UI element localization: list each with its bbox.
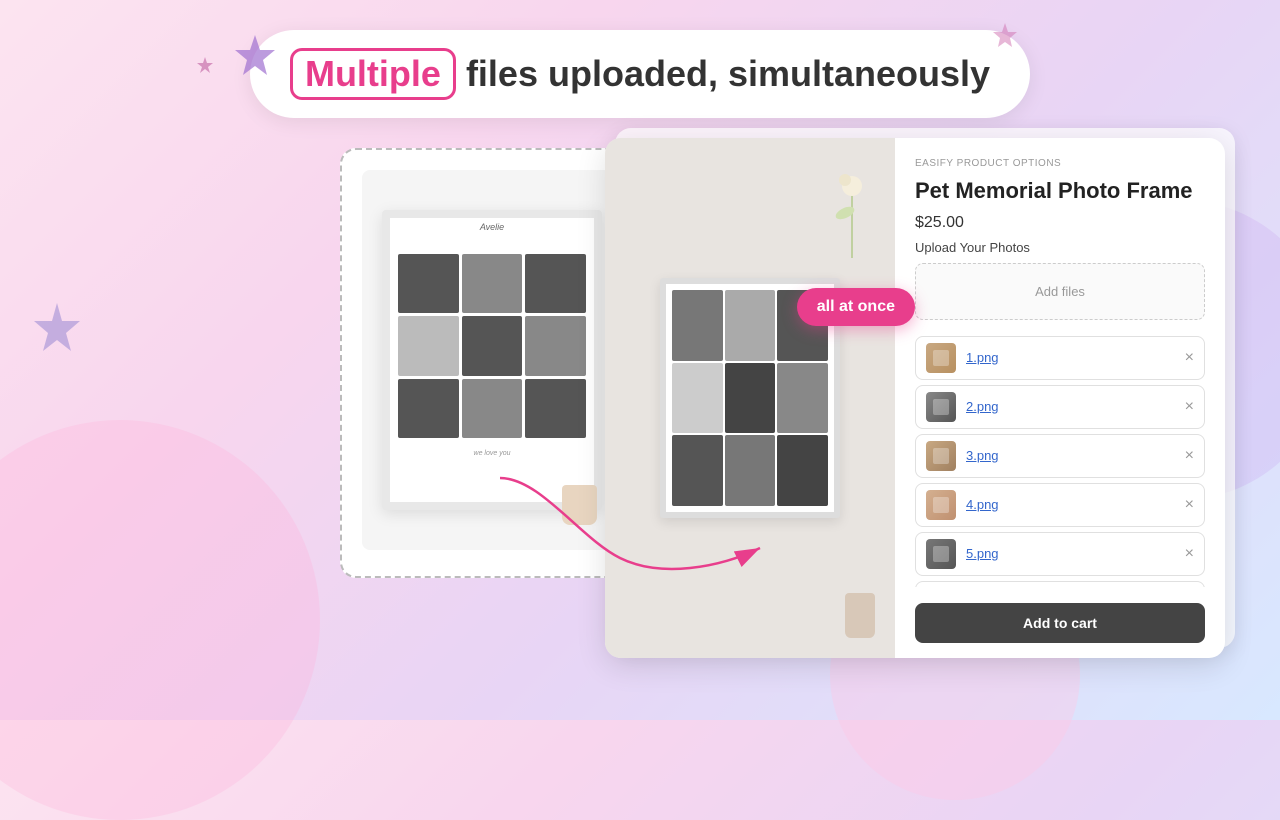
right-product-card: EASIFY PRODUCT OPTIONS Pet Memorial Phot… xyxy=(605,138,1225,658)
right-product-title: Pet Memorial Photo Frame xyxy=(915,177,1205,206)
file-remove-button[interactable]: × xyxy=(1185,398,1194,416)
file-name: 5.png xyxy=(966,546,1175,561)
all-at-once-bubble: all at once xyxy=(797,288,915,326)
headline-rest: files uploaded, simultaneously xyxy=(466,53,990,95)
right-frame-cell xyxy=(672,290,723,361)
right-product-image xyxy=(605,138,895,658)
file-thumbnail xyxy=(926,539,956,569)
frame-name: Avelie xyxy=(390,218,594,236)
frame-subtitle: we love you xyxy=(390,446,594,461)
file-thumbnail xyxy=(926,441,956,471)
file-remove-button[interactable]: × xyxy=(1185,447,1194,465)
frame-cell xyxy=(525,316,586,375)
file-list-item: 3.png × xyxy=(915,434,1205,478)
right-upload-zone[interactable]: Add files xyxy=(915,263,1205,320)
frame-cell xyxy=(525,379,586,438)
file-list-item: 6.png × xyxy=(915,581,1205,587)
photo-frame-mockup: Avelie we love you xyxy=(382,210,602,510)
frame-cell xyxy=(398,379,459,438)
right-frame-cell xyxy=(725,363,776,434)
right-frame-cell xyxy=(672,363,723,434)
frame-cell xyxy=(398,254,459,313)
right-frame-cell xyxy=(777,363,828,434)
file-name: 1.png xyxy=(966,350,1175,365)
right-mug-decoration xyxy=(845,593,875,638)
right-frame-cell xyxy=(777,435,828,506)
product-image: Avelie we love you xyxy=(362,170,622,550)
file-name: 4.png xyxy=(966,497,1175,512)
frame-cell xyxy=(462,379,523,438)
file-name: 3.png xyxy=(966,448,1175,463)
file-name: 2.png xyxy=(966,399,1175,414)
right-add-files-label: Add files xyxy=(1035,284,1085,299)
frame-grid xyxy=(390,246,594,446)
headline-multiple: Multiple xyxy=(290,48,456,100)
right-add-to-cart-button[interactable]: Add to cart xyxy=(915,603,1205,643)
file-thumbnail xyxy=(926,392,956,422)
file-thumbnail xyxy=(926,343,956,373)
right-plant-decoration xyxy=(825,158,880,263)
right-brand-label: EASIFY PRODUCT OPTIONS xyxy=(915,158,1205,169)
right-frame-background xyxy=(605,138,895,658)
file-remove-button[interactable]: × xyxy=(1185,545,1194,563)
headline-box: Multiple files uploaded, simultaneously xyxy=(250,30,1030,118)
files-list: 1.png × 2.png × 3.png × 4.png × 5.png xyxy=(915,336,1205,587)
file-list-item: 2.png × xyxy=(915,385,1205,429)
right-product-price: $25.00 xyxy=(915,214,1205,232)
mug-decoration xyxy=(562,485,597,525)
frame-cell xyxy=(525,254,586,313)
header: Multiple files uploaded, simultaneously xyxy=(0,0,1280,138)
right-upload-label: Upload Your Photos xyxy=(915,240,1205,255)
file-list-item: 5.png × xyxy=(915,532,1205,576)
right-frame-cell xyxy=(672,435,723,506)
frame-cell xyxy=(462,254,523,313)
file-thumbnail xyxy=(926,490,956,520)
right-frame-cell xyxy=(725,435,776,506)
file-list-item: 1.png × xyxy=(915,336,1205,380)
frame-cell xyxy=(398,316,459,375)
frame-cell xyxy=(462,316,523,375)
file-remove-button[interactable]: × xyxy=(1185,496,1194,514)
right-frame-cell xyxy=(725,290,776,361)
content-area: Avelie we love you xyxy=(0,138,1280,578)
file-list-item: 4.png × xyxy=(915,483,1205,527)
file-remove-button[interactable]: × xyxy=(1185,349,1194,367)
right-product-details: EASIFY PRODUCT OPTIONS Pet Memorial Phot… xyxy=(895,138,1225,658)
